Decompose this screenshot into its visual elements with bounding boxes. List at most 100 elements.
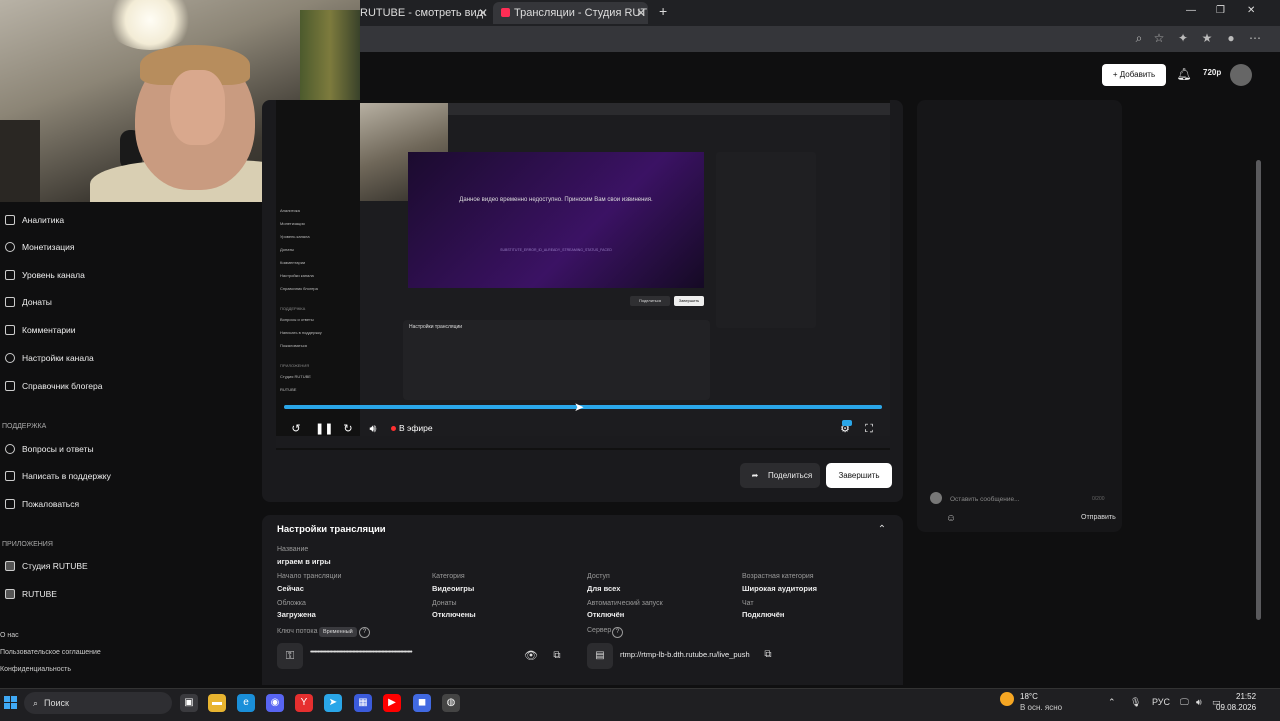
sidebar-item-label: Пожаловаться (22, 499, 80, 509)
footer-link-privacy[interactable]: Конфиденциальность (0, 666, 71, 673)
microphone-icon[interactable]: 🎙︎ (1130, 697, 1141, 708)
tab-label: Трансляции - Студия RUTUBE (514, 7, 648, 19)
obs-icon[interactable]: ◍ (442, 694, 460, 712)
add-button[interactable]: + Добавить (1102, 64, 1166, 86)
favorite-star-icon[interactable]: ☆ (1152, 31, 1166, 45)
bell-icon[interactable]: 🔔︎ (1176, 67, 1192, 83)
eye-icon[interactable]: 👁︎ (524, 650, 538, 662)
sidebar-item-rutube[interactable]: RUTUBE (0, 584, 57, 604)
sidebar-item-studio[interactable]: Студия RUTUBE (0, 556, 88, 576)
share-button[interactable]: ➦ Поделиться (740, 463, 820, 488)
info-icon[interactable]: ? (612, 627, 623, 638)
yandex-icon[interactable]: Y (295, 694, 313, 712)
nested-sidebar-item: Монетизация (280, 221, 305, 226)
server-icon: ▤ (587, 643, 613, 669)
field-value-donate: Отключены (432, 610, 476, 619)
end-stream-button[interactable]: Завершить (826, 463, 892, 488)
nested-sidebar-item: Настройки канала (280, 273, 314, 278)
sidebar-item-report[interactable]: Пожаловаться (0, 494, 79, 514)
footer-link-terms[interactable]: Пользовательское соглашение (0, 649, 101, 656)
sidebar-item-channel-level[interactable]: Уровень канала (0, 265, 85, 285)
store-icon[interactable]: ▦ (354, 694, 372, 712)
nested-sidebar-item: Донаты (280, 247, 295, 252)
edge-icon[interactable]: e (237, 694, 255, 712)
stream-settings-card (262, 515, 903, 685)
tray-chevron-icon[interactable]: ⌃ (1108, 697, 1116, 708)
discord-icon[interactable]: ◉ (266, 694, 284, 712)
field-label: Доступ (587, 573, 610, 580)
extensions-icon[interactable]: ✦ (1176, 31, 1190, 45)
windows-start-icon[interactable] (4, 696, 18, 710)
footer-link-about[interactable]: О нас (0, 632, 19, 639)
sidebar-item-channel-settings[interactable]: Настройки канала (0, 348, 94, 368)
taskbar-search[interactable]: ⌕ Поиск (24, 692, 172, 714)
server-url-field[interactable]: rtmp://rtmp-lb-b.dth.rutube.ru/live_push (620, 650, 750, 659)
sidebar-item-comments[interactable]: Комментарии (0, 320, 76, 340)
tab-studio[interactable]: Трансляции - Студия RUTUBE (493, 2, 648, 24)
profile-icon[interactable]: ● (1224, 31, 1238, 45)
sun-icon (1000, 692, 1014, 706)
maximize-button[interactable]: ❐ (1216, 5, 1225, 16)
app-icon[interactable]: ◼ (413, 694, 431, 712)
sidebar-item-monetization[interactable]: Монетизация (0, 237, 75, 257)
chat-panel (917, 100, 1122, 532)
field-value-category: Видеоигры (432, 584, 475, 593)
sidebar-item-write-support[interactable]: Написать в поддержку (0, 466, 111, 486)
send-button[interactable]: Отправить (1081, 514, 1116, 521)
network-icon[interactable]: 🖵︎ (1180, 697, 1189, 708)
sidebar-item-donations[interactable]: Донаты (0, 292, 52, 312)
copy-icon[interactable]: ⧉ (761, 649, 775, 661)
live-dot (391, 426, 396, 431)
field-label: Ключ потока (277, 628, 318, 635)
forward-10-icon[interactable]: ↻ (341, 422, 355, 436)
nested-share-button: Поделиться (630, 296, 670, 306)
sidebar-item-analytics[interactable]: Аналитика (0, 210, 64, 230)
field-value-age: Широкая аудитория (742, 584, 817, 593)
zoom-icon[interactable]: ⌕ (1132, 31, 1146, 45)
fullscreen-icon[interactable]: ⛶ (862, 422, 876, 436)
avatar[interactable] (1230, 64, 1252, 86)
coin-icon (5, 242, 15, 252)
close-tab-icon[interactable]: ✕ (478, 6, 488, 20)
nested-video (408, 152, 704, 288)
telegram-icon[interactable]: ➤ (324, 694, 342, 712)
settings-title: Настройки трансляции (277, 524, 386, 535)
close-tab-icon[interactable]: ✕ (636, 6, 646, 20)
file-explorer-icon[interactable]: ▬ (208, 694, 226, 712)
language-indicator[interactable]: РУС (1152, 697, 1170, 707)
copy-icon[interactable]: ⧉ (550, 650, 564, 662)
pause-icon[interactable]: ❚❚ (315, 422, 333, 436)
tab-rutube[interactable]: RUTUBE - смотреть видео онлайн (360, 2, 485, 24)
emoji-icon[interactable]: ☺ (945, 513, 957, 525)
stream-key-field[interactable]: ••••••••••••••••••••••••••••••••••••••••… (310, 649, 515, 656)
volume-icon[interactable]: 🔊︎ (366, 422, 380, 436)
sidebar-item-faq[interactable]: Вопросы и ответы (0, 439, 94, 459)
search-icon: ⌕ (33, 698, 39, 708)
sidebar-item-label: Настройки канала (22, 353, 94, 363)
gear-icon (5, 353, 15, 363)
chair (0, 120, 40, 202)
clock-date[interactable]: 09.08.2026 (1216, 703, 1256, 712)
chat-input[interactable]: Оставить сообщение... (950, 496, 1020, 503)
more-icon[interactable]: ⋯ (1248, 31, 1262, 45)
nested-settings-title: Настройки трансляции (409, 324, 463, 330)
info-icon[interactable]: ? (359, 627, 370, 638)
minimize-button[interactable]: — (1186, 5, 1196, 16)
task-view-icon[interactable]: ▣ (180, 694, 198, 712)
close-window-button[interactable]: ✕ (1247, 5, 1255, 16)
weather-icon[interactable] (1000, 692, 1014, 711)
youtube-icon[interactable]: ▶ (383, 694, 401, 712)
scrollbar-thumb[interactable] (1256, 160, 1261, 620)
temporary-badge: Временный (319, 627, 357, 637)
rewind-10-icon[interactable]: ↺ (289, 422, 303, 436)
ceiling-lamp (105, 0, 195, 50)
field-value-cover: Загружена (277, 610, 316, 619)
chevron-up-icon[interactable]: ⌃ (876, 524, 888, 536)
nested-sidebar-item: Пожаловаться (280, 343, 307, 348)
sidebar-item-blogger-guide[interactable]: Справочник блогера (0, 376, 102, 396)
weather-desc: В осн. ясно (1020, 703, 1063, 712)
favorites-icon[interactable]: ★ (1200, 31, 1214, 45)
new-tab-button[interactable]: + (659, 3, 667, 19)
speaker-icon[interactable]: 🔊︎ (1196, 697, 1202, 708)
clock-time[interactable]: 21:52 (1236, 692, 1256, 701)
